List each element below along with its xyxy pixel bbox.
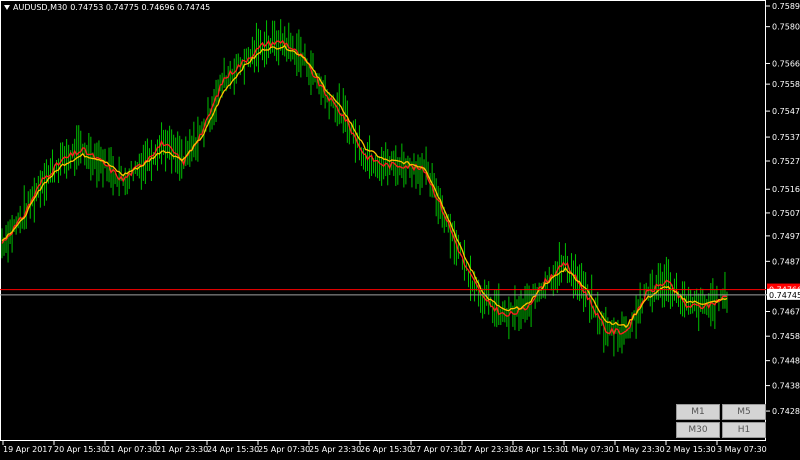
price-tick-label: 0.74679 xyxy=(772,307,800,316)
time-tick-label: 21 Apr 07:30 xyxy=(105,445,157,454)
price-tick-label: 0.74385 xyxy=(772,382,800,391)
time-tick-label: 28 Apr 15:30 xyxy=(513,445,565,454)
price-tick-label: 0.75581 xyxy=(772,80,800,89)
time-tick-label: 27 Apr 23:30 xyxy=(462,445,514,454)
symbol-name: AUDUSD,M30 xyxy=(13,3,68,12)
current-price-label: 0.74745 xyxy=(769,291,800,300)
timeframe-button-m5[interactable]: M5 xyxy=(722,404,766,420)
time-tick-label: 24 Apr 15:30 xyxy=(207,445,259,454)
time-tick-label: 1 May 07:30 xyxy=(564,445,614,454)
time-tick-label: 21 Apr 23:30 xyxy=(156,445,208,454)
ohlc-values: 0.74753 0.74775 0.74696 0.74745 xyxy=(70,3,211,12)
symbol-header: AUDUSD,M30 0.74753 0.74775 0.74696 0.747… xyxy=(4,3,210,12)
timeframe-button-m1[interactable]: M1 xyxy=(676,404,720,420)
time-tick-label: 27 Apr 07:30 xyxy=(411,445,463,454)
price-tick-label: 0.74581 xyxy=(772,332,800,341)
price-tick-label: 0.75809 xyxy=(772,23,800,32)
price-tick-label: 0.75276 xyxy=(772,157,800,166)
price-tick-label: 0.75891 xyxy=(772,2,800,11)
time-tick-label: 20 Apr 15:30 xyxy=(54,445,106,454)
timeframe-button-m30[interactable]: M30 xyxy=(676,422,720,438)
chart-area[interactable]: 0.75891 0.75809 0.75663 0.75581 0.75474 0.753… xyxy=(0,0,800,456)
time-tick-label: 19 Apr 2017 xyxy=(3,445,52,454)
time-tick-label: 3 May 07:30 xyxy=(717,445,767,454)
price-tick-label: 0.75474 xyxy=(772,107,800,116)
price-tick-label: 0.74878 xyxy=(772,257,800,266)
timeframe-panel: M1 M5 M30 H1 xyxy=(676,404,766,438)
price-tick-label: 0.75070 xyxy=(772,209,800,218)
chart-canvas[interactable]: 0.75891 0.75809 0.75663 0.75581 0.75474 0.753… xyxy=(0,0,800,456)
time-tick-label: 25 Apr 07:30 xyxy=(258,445,310,454)
price-tick-label: 0.75371 xyxy=(772,133,800,142)
time-tick-label: 1 May 23:30 xyxy=(615,445,665,454)
price-tick-label: 0.75663 xyxy=(772,59,800,68)
time-tick-label: 25 Apr 23:30 xyxy=(309,445,361,454)
price-tick-label: 0.74284 xyxy=(772,407,800,416)
time-tick-label: 26 Apr 15:30 xyxy=(360,445,412,454)
dropdown-triangle-icon[interactable] xyxy=(4,5,10,10)
price-tick-label: 0.75164 xyxy=(772,185,800,194)
timeframe-button-h1[interactable]: H1 xyxy=(722,422,766,438)
price-tick-label: 0.74484 xyxy=(772,357,800,366)
price-tick-label: 0.74979 xyxy=(772,232,800,241)
time-tick-label: 2 May 15:30 xyxy=(666,445,716,454)
